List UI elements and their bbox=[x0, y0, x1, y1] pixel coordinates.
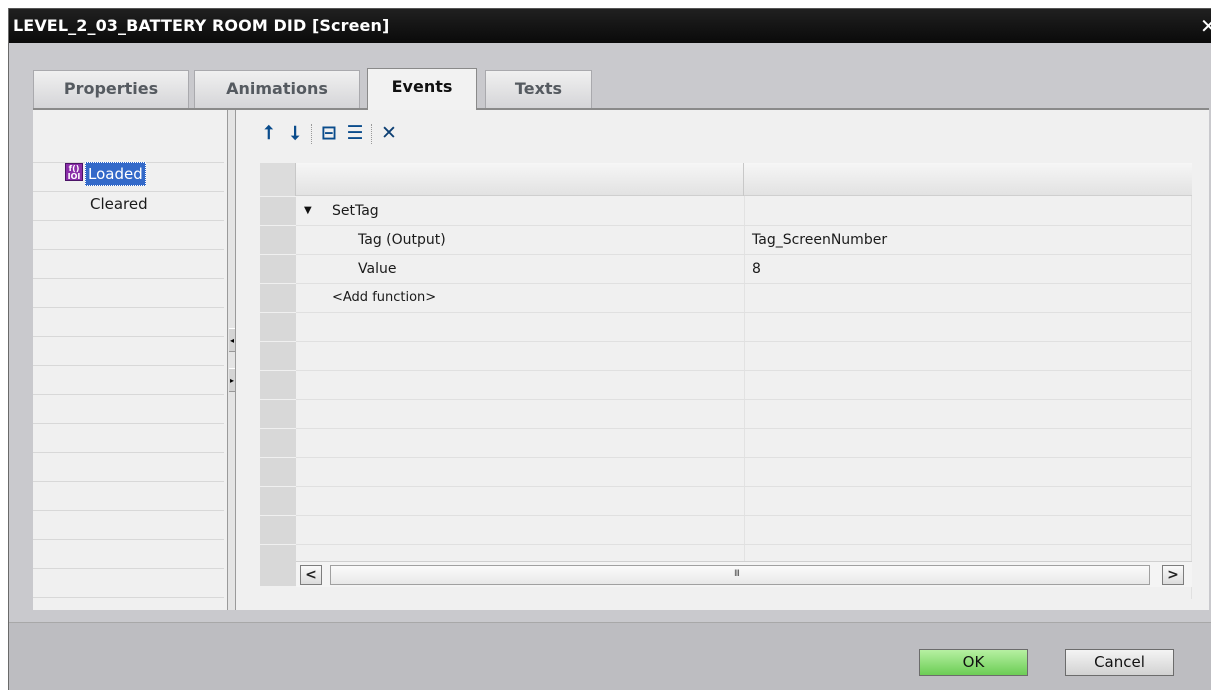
table-row bbox=[296, 429, 1192, 458]
event-loaded[interactable]: Loaded bbox=[85, 162, 146, 186]
list-row bbox=[33, 366, 224, 395]
table-row[interactable]: Tag (Output) Tag_ScreenNumber bbox=[296, 226, 1192, 255]
list-row bbox=[33, 569, 224, 598]
table-row bbox=[296, 371, 1192, 400]
scroll-thumb[interactable]: III bbox=[330, 565, 1150, 585]
list-row bbox=[33, 221, 224, 250]
function-list-grid: ▼ SetTag Tag (Output) Tag_ScreenNumber V… bbox=[260, 163, 1192, 599]
row-header[interactable] bbox=[260, 197, 296, 226]
list-row bbox=[33, 279, 224, 308]
function-list-icon: f() IOI bbox=[65, 163, 83, 181]
row-header[interactable] bbox=[260, 342, 296, 371]
tab-events[interactable]: Events bbox=[367, 68, 477, 110]
collapse-left-icon[interactable]: ◂ bbox=[229, 328, 235, 352]
list-row bbox=[33, 540, 224, 569]
close-icon[interactable]: ✕ bbox=[1200, 15, 1211, 37]
parameter-name: Value bbox=[358, 261, 397, 277]
table-row bbox=[296, 400, 1192, 429]
dialog-footer: OK Cancel bbox=[9, 622, 1211, 690]
header-value-column[interactable] bbox=[744, 163, 1192, 196]
list-row bbox=[33, 337, 224, 366]
scroll-grip-icon: III bbox=[734, 569, 740, 579]
table-row bbox=[296, 487, 1192, 516]
row-header[interactable] bbox=[260, 545, 296, 587]
list-row bbox=[33, 424, 224, 453]
tab-properties[interactable]: Properties bbox=[33, 70, 189, 108]
grid-header bbox=[260, 163, 1192, 196]
header-name-column[interactable] bbox=[296, 163, 744, 196]
parameter-value[interactable]: 8 bbox=[752, 255, 761, 283]
tab-strip: Properties Animations Events Texts bbox=[33, 68, 1209, 110]
list-row bbox=[33, 482, 224, 511]
title-bar[interactable]: LEVEL_2_03_BATTERY ROOM DID [Screen] ✕ bbox=[9, 8, 1211, 43]
row-header[interactable] bbox=[260, 400, 296, 429]
table-row bbox=[296, 458, 1192, 487]
row-header[interactable] bbox=[260, 226, 296, 255]
row-header[interactable] bbox=[260, 458, 296, 487]
table-row bbox=[296, 342, 1192, 371]
row-header[interactable] bbox=[260, 516, 296, 545]
row-header[interactable] bbox=[260, 429, 296, 458]
ok-button[interactable]: OK bbox=[919, 649, 1028, 676]
panel-splitter[interactable]: ◂ ▸ bbox=[227, 110, 236, 610]
row-header[interactable] bbox=[260, 487, 296, 516]
row-header[interactable] bbox=[260, 284, 296, 313]
parameter-value[interactable]: Tag_ScreenNumber bbox=[752, 226, 887, 254]
table-row[interactable]: ▼ SetTag bbox=[296, 197, 1192, 226]
event-dialog: LEVEL_2_03_BATTERY ROOM DID [Screen] ✕ P… bbox=[8, 8, 1211, 690]
list-row bbox=[33, 511, 224, 540]
expand-right-icon[interactable]: ▸ bbox=[229, 368, 235, 392]
tab-animations[interactable]: Animations bbox=[194, 70, 360, 108]
function-name: SetTag bbox=[332, 203, 379, 219]
table-row[interactable]: <Add function> bbox=[296, 284, 1192, 313]
toolbar-separator bbox=[311, 124, 312, 144]
row-header[interactable] bbox=[260, 371, 296, 400]
horizontal-scrollbar[interactable]: < III > bbox=[296, 561, 1192, 587]
list-row bbox=[33, 395, 224, 424]
row-header[interactable] bbox=[260, 313, 296, 342]
events-panel: f() IOI Loaded Cleared ◂ ▸ ⭡ ⭣ ⊟ ☰ ✕ ▼ S… bbox=[33, 110, 1209, 610]
header-corner bbox=[260, 163, 296, 196]
expanded-triangle-icon[interactable]: ▼ bbox=[304, 197, 312, 225]
table-row bbox=[296, 313, 1192, 342]
parameter-name: Tag (Output) bbox=[358, 232, 446, 248]
scroll-right-icon[interactable]: > bbox=[1162, 565, 1184, 585]
list-row bbox=[33, 134, 224, 163]
list-row bbox=[33, 308, 224, 337]
tab-texts[interactable]: Texts bbox=[485, 70, 592, 108]
window-title: LEVEL_2_03_BATTERY ROOM DID [Screen] bbox=[13, 16, 390, 35]
scroll-left-icon[interactable]: < bbox=[300, 565, 322, 585]
move-down-icon[interactable]: ⭣ bbox=[283, 120, 307, 146]
event-cleared[interactable]: Cleared bbox=[90, 193, 148, 217]
row-header[interactable] bbox=[260, 255, 296, 284]
list-row bbox=[33, 453, 224, 482]
delete-icon[interactable]: ✕ bbox=[377, 120, 401, 146]
add-function-placeholder[interactable]: <Add function> bbox=[332, 284, 436, 312]
table-row[interactable]: Value 8 bbox=[296, 255, 1192, 284]
move-up-icon[interactable]: ⭡ bbox=[257, 120, 281, 146]
event-list: f() IOI Loaded Cleared bbox=[33, 110, 224, 610]
toolbar-separator bbox=[371, 124, 372, 144]
table-row bbox=[296, 516, 1192, 545]
expand-all-icon[interactable]: ☰ bbox=[343, 120, 367, 146]
cancel-button[interactable]: Cancel bbox=[1065, 649, 1174, 676]
list-row bbox=[33, 250, 224, 279]
collapse-all-icon[interactable]: ⊟ bbox=[317, 120, 341, 146]
